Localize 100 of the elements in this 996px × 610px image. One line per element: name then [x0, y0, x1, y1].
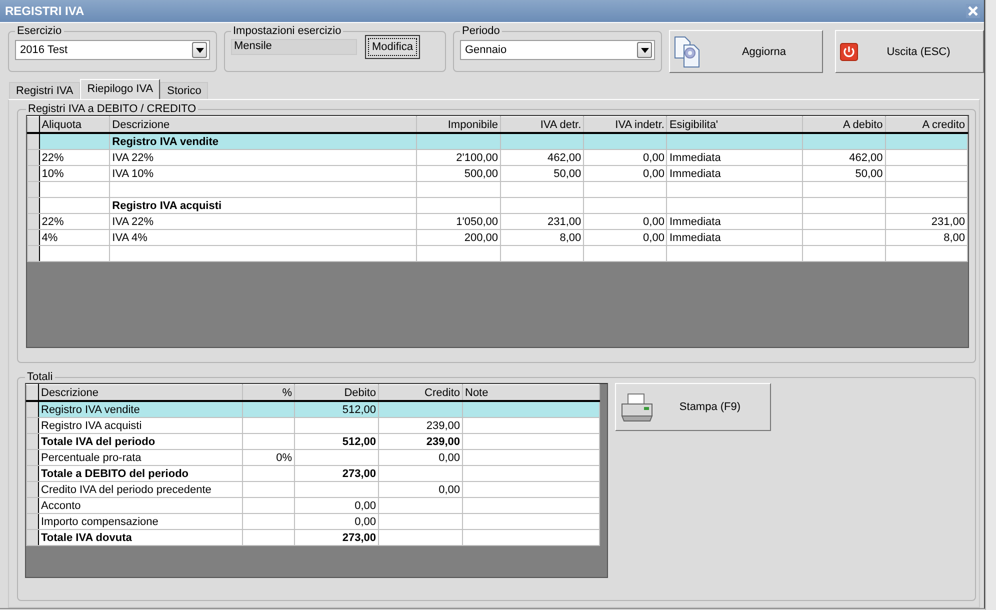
table-cell: Importo compensazione — [38, 514, 242, 530]
column-header[interactable]: Descrizione — [38, 384, 242, 401]
table-cell: 239,00 — [378, 434, 462, 450]
table-cell: 4% — [39, 230, 110, 246]
row-header — [28, 116, 40, 133]
table-cell: 512,00 — [294, 401, 378, 418]
row-header — [28, 166, 40, 182]
row-header — [28, 133, 40, 150]
table-cell: 0,00 — [584, 214, 667, 230]
refresh-button[interactable]: Aggiorna — [669, 30, 823, 73]
table-row[interactable]: Importo compensazione 0,00 — [26, 514, 600, 530]
table-row[interactable] — [28, 182, 968, 198]
table-cell: Totale IVA dovuta — [38, 530, 242, 546]
table-row[interactable] — [28, 246, 968, 262]
table-cell: 0,00 — [294, 514, 378, 530]
group-label: Registri IVA a DEBITO / CREDITO — [27, 103, 198, 115]
group-label: Impostazioni esercizio — [232, 25, 342, 37]
dropdown[interactable]: 2016 Test — [15, 40, 210, 60]
printer-icon — [620, 392, 654, 422]
table-cell: 0,00 — [584, 150, 667, 166]
column-header[interactable]: A credito — [885, 116, 968, 133]
table-cell: 50,00 — [500, 166, 584, 182]
table-cell: Immediata — [666, 230, 802, 246]
column-header[interactable]: Esigibilita' — [666, 116, 802, 133]
column-header[interactable]: A debito — [802, 116, 886, 133]
table-row[interactable]: Registro IVA acquisti — [28, 198, 968, 214]
row-header — [26, 434, 38, 450]
table-cell: Totale a DEBITO del periodo — [38, 466, 242, 482]
table-cell: 200,00 — [416, 230, 501, 246]
table-cell: 8,00 — [885, 230, 968, 246]
row-header — [28, 214, 40, 230]
row-header — [26, 384, 38, 401]
table-cell: 231,00 — [885, 214, 968, 230]
group-label: Totali — [26, 371, 54, 383]
table-cell: 22% — [39, 150, 110, 166]
column-header[interactable]: Debito — [294, 384, 378, 401]
dropdown[interactable]: Gennaio — [460, 40, 655, 60]
column-header[interactable]: Note — [462, 384, 600, 401]
table-cell: 0% — [242, 450, 294, 466]
table-cell: 231,00 — [500, 214, 584, 230]
row-header — [26, 401, 38, 418]
column-header[interactable]: Descrizione — [110, 116, 416, 133]
exit-button[interactable]: Uscita (ESC) — [835, 30, 984, 73]
table-cell: 512,00 — [294, 434, 378, 450]
row-header — [28, 182, 40, 198]
table-cell: 0,00 — [294, 498, 378, 514]
table-cell: 0,00 — [584, 166, 667, 182]
table-cell: Percentuale pro-rata — [38, 450, 242, 466]
row-header — [26, 450, 38, 466]
print-button[interactable]: Stampa (F9) — [615, 383, 771, 431]
table-cell: Immediata — [666, 214, 802, 230]
table-cell: Immediata — [666, 150, 802, 166]
table-row[interactable]: 22% IVA 22% 2'100,00 462,00 0,00 Immediata 462,00 — [28, 150, 968, 166]
table-cell: Registro IVA vendite — [110, 133, 416, 150]
table-cell: Registro IVA acquisti — [38, 418, 242, 434]
close-icon[interactable] — [966, 4, 980, 18]
table-cell: 273,00 — [294, 466, 378, 482]
power-icon — [840, 42, 858, 60]
table-row[interactable]: Registro IVA acquisti 239,00 — [26, 418, 600, 434]
table-cell: 273,00 — [294, 530, 378, 546]
row-header — [26, 466, 38, 482]
column-header[interactable]: IVA indetr. — [584, 116, 667, 133]
tab[interactable]: Riepilogo IVA — [80, 79, 160, 99]
table-row[interactable]: Totale IVA dovuta 273,00 — [26, 530, 600, 546]
modify-button[interactable]: Modifica — [365, 35, 420, 59]
tab[interactable]: Storico — [160, 82, 208, 99]
column-header[interactable]: Credito — [378, 384, 462, 401]
row-header — [26, 498, 38, 514]
table-row[interactable]: 4% IVA 4% 200,00 8,00 0,00 Immediata 8,00 — [28, 230, 968, 246]
row-header — [28, 198, 40, 214]
table-cell: Immediata — [666, 166, 802, 182]
column-header[interactable]: % — [242, 384, 294, 401]
table-row[interactable]: Acconto 0,00 — [26, 498, 600, 514]
table-cell: 50,00 — [802, 166, 886, 182]
table-row[interactable]: Registro IVA vendite 512,00 — [26, 401, 600, 418]
table-cell: IVA 22% — [110, 214, 416, 230]
tab[interactable]: Registri IVA — [9, 82, 80, 99]
column-header[interactable]: IVA detr. — [500, 116, 584, 133]
row-header — [28, 230, 40, 246]
row-header — [26, 418, 38, 434]
table-cell: 0,00 — [378, 482, 462, 498]
group-label: Periodo — [461, 25, 501, 37]
column-header[interactable]: Aliquota — [39, 116, 110, 133]
table-cell: 239,00 — [378, 418, 462, 434]
table-cell: 8,00 — [500, 230, 584, 246]
table-cell: IVA 22% — [110, 150, 416, 166]
row-header — [26, 514, 38, 530]
table-row[interactable]: 10% IVA 10% 500,00 50,00 0,00 Immediata 50,00 — [28, 166, 968, 182]
caret-icon[interactable] — [192, 42, 207, 58]
table-row[interactable]: Percentuale pro-rata 0% 0,00 — [26, 450, 600, 466]
table-cell: Credito IVA del periodo precedente — [38, 482, 242, 498]
table-cell: 1'050,00 — [416, 214, 501, 230]
table-row[interactable]: Totale IVA del periodo 512,00 239,00 — [26, 434, 600, 450]
table-row[interactable]: Credito IVA del periodo precedente 0,00 — [26, 482, 600, 498]
table-cell: 0,00 — [378, 450, 462, 466]
table-row[interactable]: Totale a DEBITO del periodo 273,00 — [26, 466, 600, 482]
caret-icon[interactable] — [637, 42, 652, 58]
table-row[interactable]: Registro IVA vendite — [28, 133, 968, 150]
column-header[interactable]: Imponibile — [416, 116, 501, 133]
table-row[interactable]: 22% IVA 22% 1'050,00 231,00 0,00 Immediata 231,00 — [28, 214, 968, 230]
